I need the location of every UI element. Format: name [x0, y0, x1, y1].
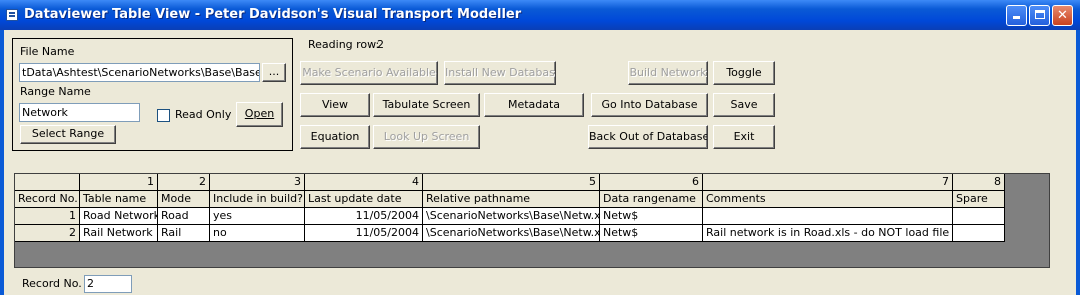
table-cell[interactable]: no	[210, 225, 305, 242]
table-cell[interactable]	[703, 208, 953, 225]
column-number-header: 6	[600, 174, 703, 191]
column-header: Spare	[953, 191, 1005, 208]
table-cell[interactable]: 11/05/2004	[305, 225, 423, 242]
read-only-label: Read Only	[175, 108, 232, 121]
app-icon[interactable]	[6, 9, 18, 21]
table-cell[interactable]: Road Network	[80, 208, 158, 225]
table-cell[interactable]: \ScenarioNetworks\Base\Netw.xls	[423, 225, 600, 242]
select-range-button[interactable]: Select Range	[20, 125, 116, 144]
maximize-button[interactable]	[1029, 5, 1050, 26]
go-into-database-button[interactable]: Go Into Database	[591, 93, 708, 117]
column-header: Comments	[703, 191, 953, 208]
range-name-input[interactable]: Network	[19, 103, 140, 122]
data-grid[interactable]: 1 2 3 4 5 6 7 8 Record No. Table name Mode Include …	[14, 173, 1050, 268]
reading-row-value: 2	[377, 38, 384, 51]
table-cell[interactable]: 11/05/2004	[305, 208, 423, 225]
file-group: File Name tData\Ashtest\ScenarioNetworks…	[12, 38, 293, 151]
metadata-button[interactable]: Metadata	[484, 93, 584, 117]
column-number-header: 4	[305, 174, 423, 191]
exit-button[interactable]: Exit	[713, 125, 775, 149]
column-number-header: 7	[703, 174, 953, 191]
table-cell[interactable]	[953, 208, 1005, 225]
row-header: 2	[15, 225, 80, 242]
table-cell[interactable]: Netw$	[600, 225, 703, 242]
table-cell[interactable]: Rail network is in Road.xls - do NOT loa…	[703, 225, 953, 242]
table-cell[interactable]: \ScenarioNetworks\Base\Netw.xls	[423, 208, 600, 225]
table-cell[interactable]: yes	[210, 208, 305, 225]
look-up-screen-button[interactable]: Look Up Screen	[373, 125, 480, 149]
make-scenario-available-button[interactable]: Make Scenario Available	[300, 61, 438, 85]
file-name-label: File Name	[20, 45, 75, 58]
table-cell[interactable]: Rail Network	[80, 225, 158, 242]
read-only-checkbox[interactable]	[157, 109, 170, 122]
view-button[interactable]: View	[300, 93, 370, 117]
table-cell[interactable]: Rail	[158, 225, 210, 242]
browse-button[interactable]: ...	[262, 63, 286, 82]
install-new-database-button[interactable]: Install New Database	[444, 61, 556, 85]
tabulate-screen-button[interactable]: Tabulate Screen	[373, 93, 480, 117]
window-title: Dataviewer Table View - Peter Davidson's…	[24, 7, 522, 22]
column-number-header: 5	[423, 174, 600, 191]
reading-row-label: Reading row:	[308, 38, 380, 51]
save-button[interactable]: Save	[713, 93, 775, 117]
file-name-input[interactable]: tData\Ashtest\ScenarioNetworks\Base\Base…	[19, 63, 260, 82]
table-cell[interactable]: Netw$	[600, 208, 703, 225]
open-button-label: Open	[244, 107, 275, 120]
column-header: Table name	[80, 191, 158, 208]
column-header: Relative pathname	[423, 191, 600, 208]
open-button[interactable]: Open	[236, 102, 283, 127]
range-name-label: Range Name	[20, 85, 91, 98]
title-bar[interactable]: Dataviewer Table View - Peter Davidson's…	[0, 0, 1080, 30]
column-header: Data rangename	[600, 191, 703, 208]
record-no-input[interactable]: 2	[84, 275, 132, 293]
minimize-button[interactable]	[1006, 5, 1027, 26]
column-number-header: 1	[80, 174, 158, 191]
column-header: Last update date	[305, 191, 423, 208]
back-out-of-database-button[interactable]: Back Out of Database	[588, 125, 708, 149]
table-cell[interactable]	[953, 225, 1005, 242]
column-number-header: 8	[953, 174, 1005, 191]
column-number-header: 3	[210, 174, 305, 191]
column-header: Record No.	[15, 191, 80, 208]
column-header: Include in build?	[210, 191, 305, 208]
close-icon: ✕	[1057, 8, 1068, 23]
column-number-header	[15, 174, 80, 191]
table-cell[interactable]: Road	[158, 208, 210, 225]
column-header: Mode	[158, 191, 210, 208]
record-no-label: Record No.	[22, 277, 82, 290]
minimize-icon	[1013, 16, 1020, 19]
close-button[interactable]: ✕	[1052, 5, 1073, 26]
equation-button[interactable]: Equation	[300, 125, 370, 149]
app-window: Dataviewer Table View - Peter Davidson's…	[0, 0, 1080, 295]
maximize-icon	[1034, 10, 1045, 19]
client-area: File Name tData\Ashtest\ScenarioNetworks…	[4, 30, 1076, 295]
column-number-header: 2	[158, 174, 210, 191]
toggle-button[interactable]: Toggle	[713, 61, 775, 85]
build-network-button[interactable]: Build Network	[628, 61, 708, 85]
row-header: 1	[15, 208, 80, 225]
